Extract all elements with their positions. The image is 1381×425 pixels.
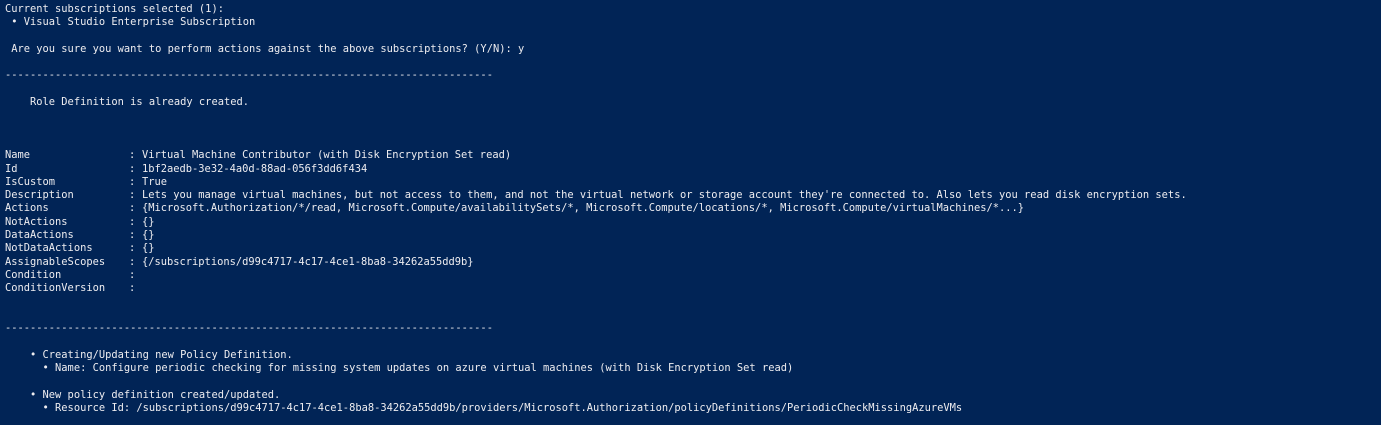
separator: ----------------------------------------… [5, 322, 493, 335]
property-row-conditionversion: ConditionVersion: [5, 282, 136, 295]
property-key: AssignableScopes [5, 255, 106, 268]
powershell-terminal[interactable]: Current subscriptions selected (1): • Vi… [0, 0, 1381, 425]
property-row-iscustom: IsCustom: True [5, 175, 168, 188]
role-status: Role Definition is already created. [5, 96, 249, 109]
property-value: {} [142, 215, 155, 228]
property-value: {} [142, 242, 155, 255]
property-row-dataactions: DataActions:{} [5, 229, 155, 242]
subscription-item: • Visual Studio Enterprise Subscription [5, 16, 256, 29]
property-key: DataActions [5, 229, 74, 242]
property-value: {/subscriptions/d99c4717-4c17-4ce1-8ba8-… [142, 255, 474, 268]
property-value: {Microsoft.Authorization/*/read, Microso… [142, 202, 1025, 215]
property-row-actions: Actions: {Microsoft.Authorization/*/read,… [5, 202, 1025, 215]
confirm-prompt: Are you sure you want to perform actions… [5, 42, 525, 55]
subscriptions-header: Current subscriptions selected (1): [5, 3, 224, 15]
property-key: Condition [5, 268, 62, 281]
policy-resource-id: • Resource Id: /subscriptions/d99c4717-4… [5, 401, 963, 414]
property-row-id: Id:1bf2aedb-3e32-4a0d-88ad-056f3dd6f434 [5, 162, 368, 175]
property-key: NotDataActions [5, 242, 93, 255]
property-value: True [142, 175, 168, 188]
property-key: Name [5, 149, 31, 162]
property-value: 1bf2aedb-3e32-4a0d-88ad-056f3dd6f434 [142, 162, 368, 175]
property-row-assignablescopes: AssignableScopes: {/subscriptions/d99c471… [5, 255, 474, 268]
policy-created: • New policy definition created/updated. [5, 388, 281, 401]
property-key: IsCustom [5, 175, 56, 188]
property-key: ConditionVersion [5, 282, 106, 295]
property-value: {} [142, 229, 155, 242]
property-row-notdataactions: NotDataActions:{} [5, 242, 155, 255]
property-row-condition: Condition: [5, 268, 136, 281]
property-key: NotActions [5, 215, 68, 228]
property-row-name: Name: Virtual Machine Contributor (with D… [5, 149, 512, 162]
property-value: Lets you manage virtual machines, but no… [142, 189, 1187, 202]
property-key: Description [5, 189, 74, 202]
separator: ----------------------------------------… [5, 69, 493, 82]
property-key: Actions [5, 202, 49, 215]
property-key: Id [5, 162, 18, 175]
policy-creating: • Creating/Updating new Policy Definitio… [5, 348, 293, 361]
property-row-description: Description: Lets you manage virtual mach… [5, 189, 1187, 202]
property-value: Virtual Machine Contributor (with Disk E… [142, 149, 512, 162]
property-row-notactions: NotActions:{} [5, 215, 155, 228]
policy-name: • Name: Configure periodic checking for … [5, 362, 794, 375]
